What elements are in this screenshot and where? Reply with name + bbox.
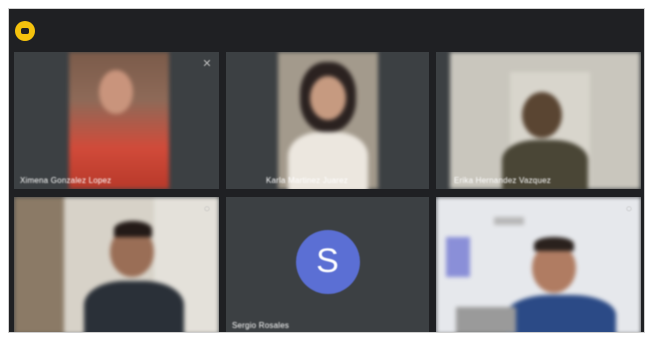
pin-icon[interactable]: ○	[623, 203, 635, 215]
participant-tile[interactable]: Erika Hernandez Vazquez	[436, 52, 641, 189]
more-options-icon[interactable]: ✕	[201, 58, 213, 70]
participant-tile[interactable]: ○	[436, 197, 641, 332]
participant-video	[278, 52, 378, 189]
participant-tile[interactable]: ○	[14, 197, 219, 332]
participant-tile[interactable]: Karla Martinez Juarez	[226, 52, 429, 189]
participant-tile[interactable]: S Sergio Rosales	[226, 197, 429, 332]
participant-avatar: S	[295, 229, 360, 294]
participant-video	[436, 197, 641, 332]
pin-icon[interactable]: ○	[201, 203, 213, 215]
participant-name: Sergio Rosales	[232, 321, 290, 330]
participant-video	[69, 52, 169, 189]
participant-tile[interactable]: ✕ Ximena Gonzalez Lopez	[14, 52, 219, 189]
meeting-window: ✕ Ximena Gonzalez Lopez Karla Martinez J…	[8, 8, 645, 333]
participant-video	[450, 52, 640, 189]
participant-grid: ✕ Ximena Gonzalez Lopez Karla Martinez J…	[9, 9, 644, 332]
participant-name: Erika Hernandez Vazquez	[454, 176, 551, 185]
participant-name: Karla Martinez Juarez	[266, 176, 349, 185]
participant-name: Ximena Gonzalez Lopez	[20, 176, 112, 185]
participant-video	[14, 197, 219, 332]
